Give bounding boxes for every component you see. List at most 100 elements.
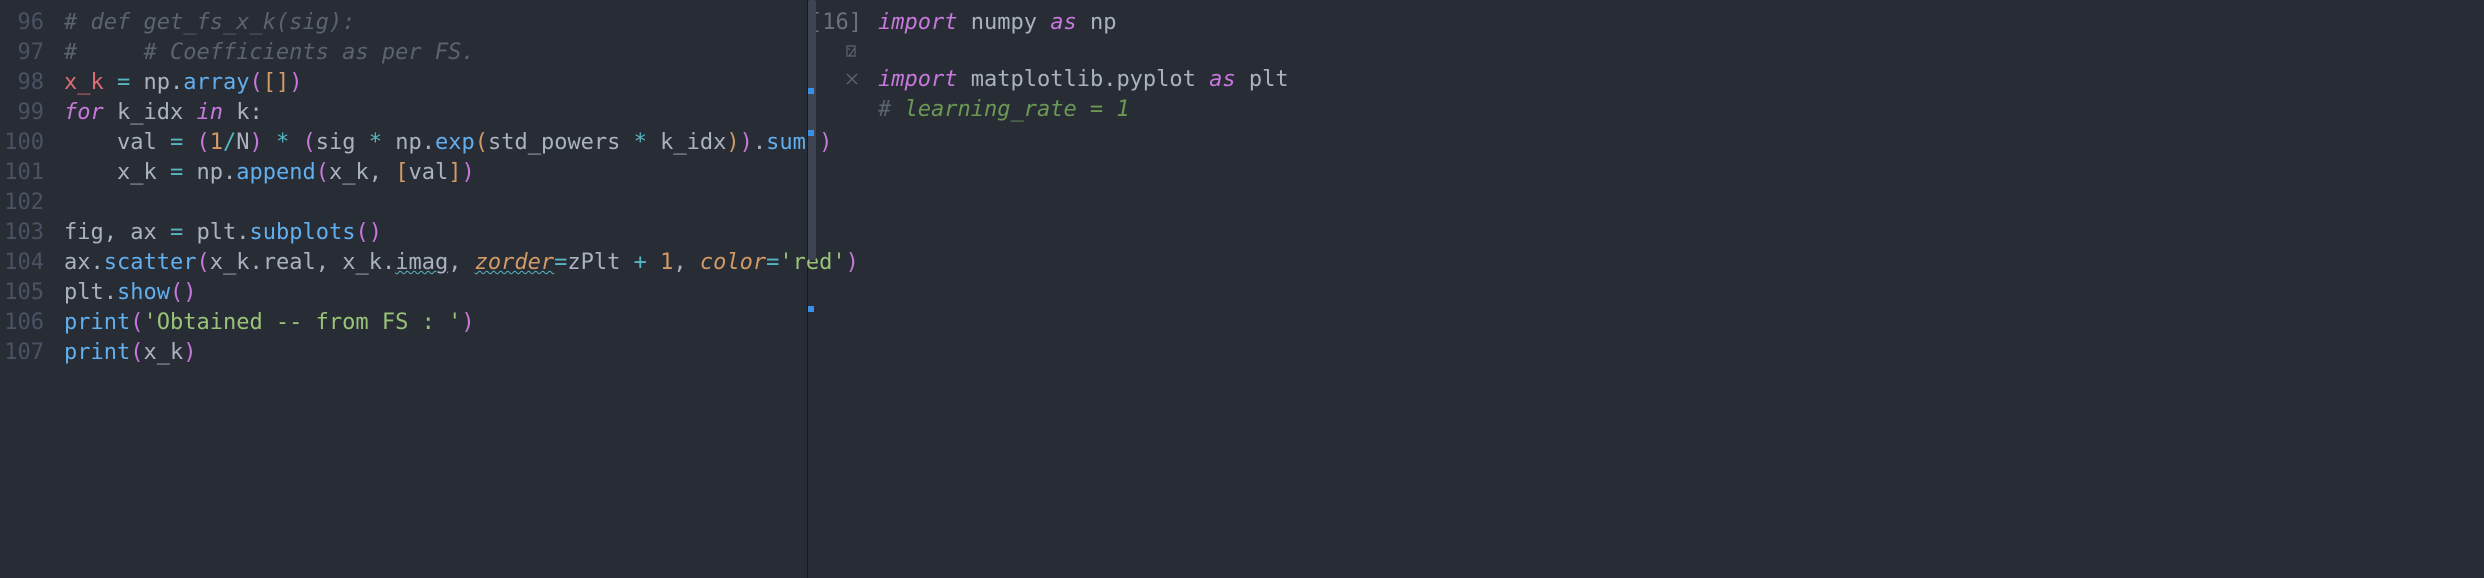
- token: *: [276, 130, 289, 155]
- token: [183, 130, 196, 155]
- token: (: [170, 280, 183, 305]
- token: [263, 130, 276, 155]
- code-line[interactable]: # learning_rate = 1: [878, 95, 2484, 125]
- token: [157, 160, 170, 185]
- token: =: [170, 220, 183, 245]
- token: print: [64, 310, 130, 335]
- token: show: [117, 280, 170, 305]
- token: ,: [316, 250, 329, 275]
- token: [620, 250, 633, 275]
- token: [687, 250, 700, 275]
- code-line[interactable]: val = (1/N) * (sig * np.exp(std_powers *…: [64, 128, 859, 158]
- token: np: [196, 160, 223, 185]
- token: ,: [369, 160, 382, 185]
- token: ,: [448, 250, 461, 275]
- token: x_k: [143, 340, 183, 365]
- token: # # Coefficients as per FS.: [64, 40, 475, 65]
- token: [183, 100, 196, 125]
- token: ): [740, 130, 753, 155]
- token: np: [144, 70, 171, 95]
- token: # def get_fs_x_k(sig):: [64, 10, 355, 35]
- code-line[interactable]: print(x_k): [64, 338, 859, 368]
- token: (: [475, 130, 488, 155]
- token: exp: [435, 130, 475, 155]
- token: array: [183, 70, 249, 95]
- token: k_idx: [660, 130, 726, 155]
- code-area-right[interactable]: import numpy as np import matplotlib.pypl…: [868, 0, 2484, 578]
- token: N: [236, 130, 249, 155]
- token: #: [878, 97, 905, 122]
- token: [104, 100, 117, 125]
- token: .: [1103, 67, 1116, 92]
- token: k: [236, 100, 249, 125]
- change-marker: [808, 306, 814, 312]
- token: ]: [276, 70, 289, 95]
- line-number: 99: [0, 98, 56, 128]
- token: .: [223, 160, 236, 185]
- token: np: [395, 130, 422, 155]
- code-line[interactable]: x_k = np.append(x_k, [val]): [64, 158, 859, 188]
- token: *: [634, 130, 647, 155]
- line-number: 105: [0, 278, 56, 308]
- code-line[interactable]: [64, 188, 859, 218]
- token: [382, 130, 395, 155]
- token: fig: [64, 220, 104, 245]
- token: ,: [104, 220, 117, 245]
- code-line[interactable]: ax.scatter(x_k.real, x_k.imag, zorder=zP…: [64, 248, 859, 278]
- code-line[interactable]: # def get_fs_x_k(sig):: [64, 8, 859, 38]
- token: +: [634, 250, 647, 275]
- token: 'Obtained -- from FS : ': [143, 310, 461, 335]
- editor-right-pane[interactable]: [16] import numpy as np import matplotlib…: [808, 0, 2484, 578]
- token: as: [1050, 10, 1077, 35]
- cell-gutter: [16]: [808, 0, 868, 578]
- token: [183, 220, 196, 245]
- token: (: [196, 250, 209, 275]
- token: .: [249, 250, 262, 275]
- token: [957, 10, 970, 35]
- token: ): [183, 340, 196, 365]
- code-line[interactable]: import matplotlib.pyplot as plt: [878, 65, 2484, 95]
- code-line[interactable]: x_k = np.array([]): [64, 68, 859, 98]
- code-line[interactable]: import numpy as np: [878, 8, 2484, 38]
- code-line[interactable]: [878, 38, 2484, 65]
- token: [1037, 10, 1050, 35]
- token: val: [408, 160, 448, 185]
- token: [647, 130, 660, 155]
- token: x_k: [117, 160, 157, 185]
- token: zorder: [475, 250, 554, 275]
- token: zPlt: [567, 250, 620, 275]
- token: .: [104, 280, 117, 305]
- token: import: [878, 10, 957, 35]
- token: x_k: [342, 250, 382, 275]
- token: [157, 220, 170, 245]
- code-area-left[interactable]: # def get_fs_x_k(sig): # # Coefficients a…: [56, 0, 859, 578]
- code-line[interactable]: # # Coefficients as per FS.: [64, 38, 859, 68]
- line-number: 106: [0, 308, 56, 338]
- code-line[interactable]: for k_idx in k:: [64, 98, 859, 128]
- token: =: [170, 160, 183, 185]
- token: [1077, 10, 1090, 35]
- token: .: [91, 250, 104, 275]
- token: .: [170, 70, 183, 95]
- close-icon[interactable]: [808, 65, 868, 92]
- token: [: [263, 70, 276, 95]
- token: x_k: [210, 250, 250, 275]
- code-line[interactable]: fig, ax = plt.subplots(): [64, 218, 859, 248]
- token: 1: [660, 250, 673, 275]
- token: scatter: [104, 250, 197, 275]
- token: real: [263, 250, 316, 275]
- token: x_k: [64, 70, 104, 95]
- token: [957, 67, 970, 92]
- token: [647, 250, 660, 275]
- token: ,: [673, 250, 686, 275]
- token: plt: [1249, 67, 1289, 92]
- code-line[interactable]: plt.show(): [64, 278, 859, 308]
- line-number: 107: [0, 338, 56, 368]
- token: .: [236, 220, 249, 245]
- token: (: [249, 70, 262, 95]
- cell-run-icon[interactable]: [808, 38, 868, 65]
- code-line[interactable]: print('Obtained -- from FS : '): [64, 308, 859, 338]
- token: (: [355, 220, 368, 245]
- editor-left-pane[interactable]: 96979899100101102103104105106107 # def g…: [0, 0, 808, 578]
- token: plt: [197, 220, 237, 245]
